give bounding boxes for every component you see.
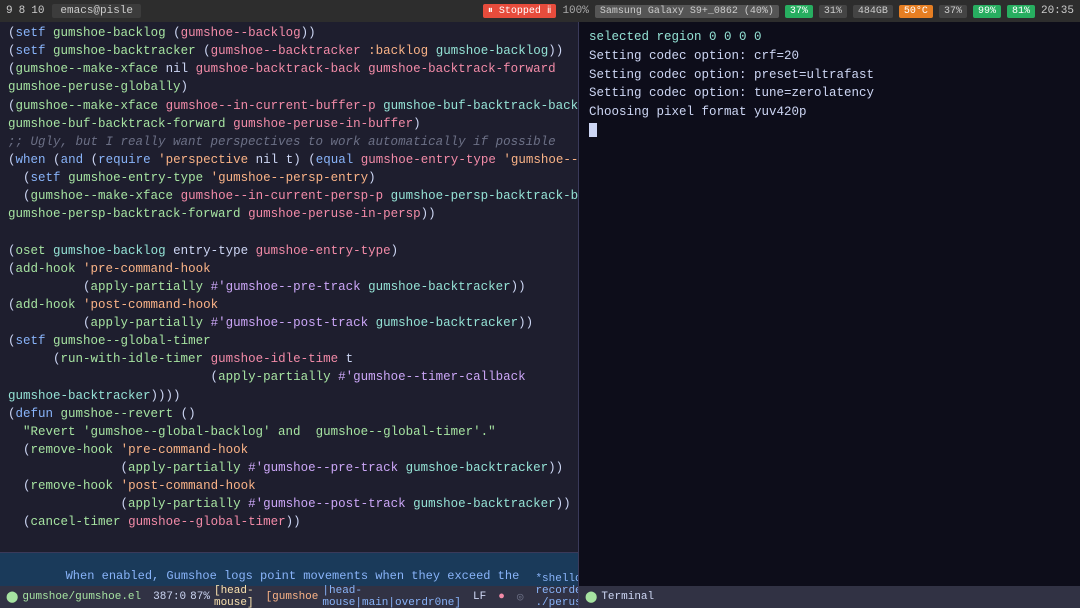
status-dot1: ● (498, 591, 505, 603)
status-line: 387:0 (153, 591, 186, 603)
code-line: gumshoe-backtracker)))) (0, 387, 578, 405)
stopped-badge: ⏸ Stopped ⅱ (483, 4, 557, 18)
code-line: (remove-hook 'post-command-hook (0, 477, 578, 495)
device-badge: Samsung Galaxy S9+_0862 (40%) (595, 5, 779, 18)
battery1-badge: 37% (785, 5, 813, 18)
code-line: "Revert 'gumshoe--global-backlog' and gu… (0, 423, 578, 441)
code-line: (cancel-timer gumshoe--global-timer)) (0, 513, 578, 531)
workspace-10[interactable]: 10 (31, 5, 44, 17)
code-line: (gumshoe--make-xface nil gumshoe-backtra… (0, 60, 578, 78)
status-bar: ⬤ gumshoe/gumshoe.el 387:0 87% [head-mou… (0, 586, 578, 608)
code-line: (setf gumshoe-entry-type 'gumshoe--persp… (0, 169, 578, 187)
status-modes: |head-mouse|main|overdr0ne] (322, 585, 461, 608)
status-buffer: *shelldon:2:wf-recorder -f ./peruse-demo… (535, 573, 578, 608)
storage-badge: 484GB (853, 5, 893, 18)
workspace-8[interactable]: 8 (19, 5, 26, 17)
cpu-badge: 50°C (899, 5, 933, 18)
zoom-level: 100% (562, 5, 588, 17)
wifi-badge: 99% (973, 5, 1001, 18)
term-line-1: selected region 0 0 0 0 (589, 28, 1070, 47)
code-line: (when (and (require 'perspective nil t) … (0, 151, 578, 169)
term-line-3: Setting codec option: preset=ultrafast (589, 66, 1070, 85)
top-bar-right: ⏸ Stopped ⅱ 100% Samsung Galaxy S9+_0862… (483, 4, 1074, 18)
code-line: (run-with-idle-timer gumshoe-idle-time t (0, 350, 578, 368)
code-line: (setf gumshoe--global-timer (0, 332, 578, 350)
code-line: (defun gumshoe--revert () (0, 405, 578, 423)
status-lf: LF (473, 591, 486, 603)
top-bar: 9 8 10 emacs@pisle ⏸ Stopped ⅱ 100% Sams… (0, 0, 1080, 22)
code-area[interactable]: (setf gumshoe-backlog (gumshoe--backlog)… (0, 22, 578, 552)
term-line-2: Setting codec option: crf=20 (589, 47, 1070, 66)
right-status-bar: ⬤ Terminal (579, 586, 1080, 608)
status-percent: 87% (190, 591, 210, 603)
code-line: (oset gumshoe-backlog entry-type gumshoe… (0, 242, 578, 260)
code-line: (gumshoe--make-xface gumshoe--in-current… (0, 187, 578, 205)
main-content: (setf gumshoe-backlog (gumshoe--backlog)… (0, 22, 1080, 608)
term-cursor-line (589, 122, 1070, 141)
code-line: (remove-hook 'pre-command-hook (0, 441, 578, 459)
code-line (0, 223, 578, 241)
status-major: [gumshoe (266, 591, 319, 603)
status-branch: gumshoe/gumshoe.el (22, 591, 141, 603)
clock: 20:35 (1041, 5, 1074, 17)
code-line: (setf gumshoe-backlog (gumshoe--backlog)… (0, 24, 578, 42)
temp-badge: 37% (939, 5, 967, 18)
workspace-numbers: 9 8 10 (6, 5, 44, 17)
battery3-badge: 81% (1007, 5, 1035, 18)
emacs-tab[interactable]: emacs@pisle (52, 4, 141, 18)
mini-line-1: When enabled, Gumshoe logs point movemen… (0, 553, 578, 586)
right-pane: selected region 0 0 0 0 Setting codec op… (578, 22, 1080, 608)
term-line-5: Choosing pixel format yuv420p (589, 103, 1070, 122)
code-line (0, 532, 578, 550)
code-line: (add-hook 'pre-command-hook (0, 260, 578, 278)
terminal-area[interactable]: selected region 0 0 0 0 Setting codec op… (579, 22, 1080, 586)
code-line: gumshoe-peruse-globally) (0, 78, 578, 96)
status-icon: ⬤ (6, 590, 18, 604)
left-pane: (setf gumshoe-backlog (gumshoe--backlog)… (0, 22, 578, 608)
code-line: (setf gumshoe-backtracker (gumshoe--back… (0, 42, 578, 60)
status-mouse-mode: [head-mouse] (214, 585, 254, 608)
code-line: (apply-partially #'gumshoe--post-track g… (0, 495, 578, 513)
workspace-9[interactable]: 9 (6, 5, 13, 17)
code-line: (gumshoe--make-xface gumshoe--in-current… (0, 97, 578, 115)
battery2-badge: 31% (819, 5, 847, 18)
code-line: (apply-partially #'gumshoe--pre-track gu… (0, 278, 578, 296)
code-line: (apply-partially #'gumshoe--pre-track gu… (0, 459, 578, 477)
code-line: (apply-partially #'gumshoe--post-track g… (0, 314, 578, 332)
mini-buffer: When enabled, Gumshoe logs point movemen… (0, 552, 578, 586)
right-status-text: Terminal (601, 591, 654, 603)
code-line: (apply-partially #'gumshoe--timer-callba… (0, 368, 578, 386)
term-line-4: Setting codec option: tune=zerolatency (589, 84, 1070, 103)
status-dot2: ◎ (517, 590, 524, 604)
code-line: (add-hook 'post-command-hook (0, 296, 578, 314)
right-status-icon: ⬤ (585, 590, 597, 604)
code-line: ;; Ugly, but I really want perspectives … (0, 133, 578, 151)
terminal-cursor (589, 123, 597, 137)
status-indicator: ⬤ (6, 590, 18, 604)
code-line: gumshoe-buf-backtrack-forward gumshoe-pe… (0, 115, 578, 133)
code-line: gumshoe-persp-backtrack-forward gumshoe-… (0, 205, 578, 223)
